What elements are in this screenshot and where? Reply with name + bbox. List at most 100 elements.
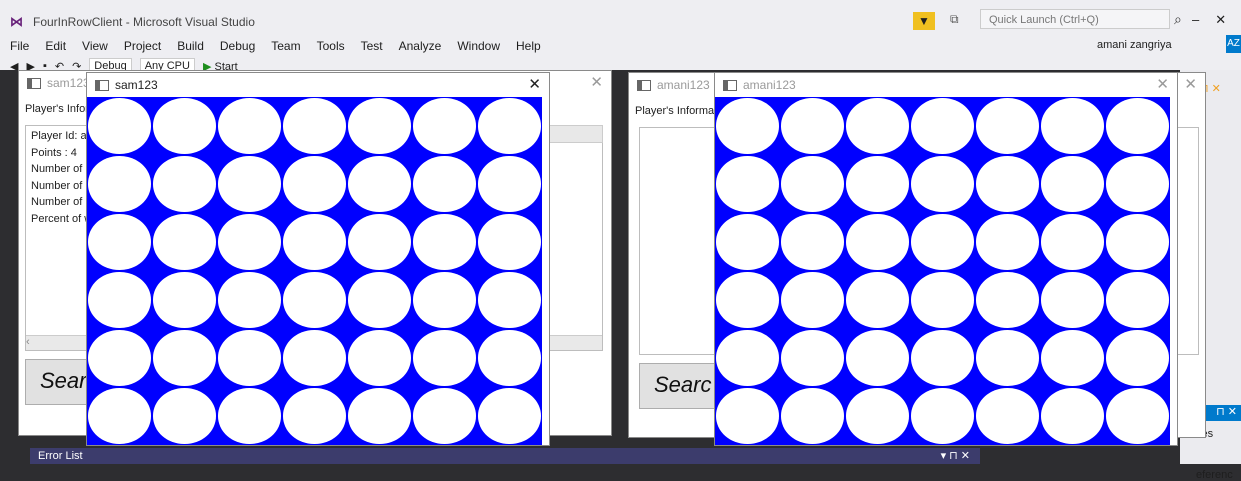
menu-file[interactable]: File <box>10 39 29 53</box>
board-cell[interactable] <box>282 213 347 271</box>
board-cell[interactable] <box>1105 387 1170 445</box>
menu-test[interactable]: Test <box>361 39 383 53</box>
board-cell[interactable] <box>780 213 845 271</box>
board-cell[interactable] <box>910 271 975 329</box>
board-cell[interactable] <box>975 271 1040 329</box>
board-cell[interactable] <box>477 213 542 271</box>
menu-window[interactable]: Window <box>457 39 500 53</box>
board-cell[interactable] <box>217 387 282 445</box>
board-cell[interactable] <box>975 213 1040 271</box>
board-cell[interactable] <box>1105 97 1170 155</box>
board-cell[interactable] <box>975 155 1040 213</box>
menu-analyze[interactable]: Analyze <box>399 39 442 53</box>
board-cell[interactable] <box>282 387 347 445</box>
board-cell[interactable] <box>1040 213 1105 271</box>
board-cell[interactable] <box>910 213 975 271</box>
board-cell[interactable] <box>715 271 780 329</box>
board-cell[interactable] <box>1040 97 1105 155</box>
board-cell[interactable] <box>412 329 477 387</box>
board-cell[interactable] <box>845 387 910 445</box>
board-cell[interactable] <box>347 271 412 329</box>
board-cell[interactable] <box>412 155 477 213</box>
close-icon[interactable]: ✕ <box>1215 12 1226 28</box>
search-icon[interactable]: ⌕ <box>1174 11 1182 28</box>
menu-help[interactable]: Help <box>516 39 541 53</box>
board-cell[interactable] <box>412 97 477 155</box>
board-cell[interactable] <box>1105 213 1170 271</box>
board-cell[interactable] <box>715 329 780 387</box>
board-cell[interactable] <box>715 213 780 271</box>
board-cell[interactable] <box>845 97 910 155</box>
user-avatar[interactable]: AZ <box>1226 35 1241 53</box>
board-cell[interactable] <box>217 213 282 271</box>
game-board-window-sam[interactable]: sam123 ✕ <box>86 72 550 446</box>
board-cell[interactable] <box>412 271 477 329</box>
board-cell[interactable] <box>152 387 217 445</box>
board-cell[interactable] <box>1105 155 1170 213</box>
board-cell[interactable] <box>282 155 347 213</box>
board-cell[interactable] <box>1040 329 1105 387</box>
board-cell[interactable] <box>347 97 412 155</box>
board-cell[interactable] <box>477 271 542 329</box>
board-cell[interactable] <box>477 97 542 155</box>
board-cell[interactable] <box>477 329 542 387</box>
board-cell[interactable] <box>477 387 542 445</box>
close-icon[interactable]: ✕ <box>528 75 541 93</box>
board-cell[interactable] <box>1040 271 1105 329</box>
board-cell[interactable] <box>87 97 152 155</box>
board-cell[interactable] <box>282 97 347 155</box>
close-icon[interactable]: ✕ <box>1156 75 1169 93</box>
user-name[interactable]: amani zangriya <box>1097 39 1172 51</box>
notification-filter-icon[interactable]: ▼ <box>913 12 935 30</box>
board-cell[interactable] <box>87 271 152 329</box>
board-cell[interactable] <box>780 387 845 445</box>
board-cell[interactable] <box>780 271 845 329</box>
board-cell[interactable] <box>152 97 217 155</box>
board-cell[interactable] <box>715 387 780 445</box>
board-cell[interactable] <box>1105 271 1170 329</box>
board-cell[interactable] <box>217 329 282 387</box>
board-cell[interactable] <box>412 387 477 445</box>
menu-tools[interactable]: Tools <box>317 39 345 53</box>
board-cell[interactable] <box>1105 329 1170 387</box>
board-cell[interactable] <box>845 213 910 271</box>
game-board-window-amani[interactable]: amani123 ✕ <box>714 72 1178 446</box>
board-cell[interactable] <box>282 329 347 387</box>
window-titlebar[interactable]: sam123 ✕ <box>87 73 549 97</box>
board-cell[interactable] <box>152 271 217 329</box>
board-cell[interactable] <box>282 271 347 329</box>
board-cell[interactable] <box>217 155 282 213</box>
board-cell[interactable] <box>845 155 910 213</box>
board-cell[interactable] <box>910 155 975 213</box>
board-cell[interactable] <box>412 213 477 271</box>
panel-pin-icon[interactable]: ▾ ⊓ ✕ <box>941 448 970 464</box>
menu-edit[interactable]: Edit <box>45 39 66 53</box>
close-icon[interactable]: ✕ <box>590 73 603 91</box>
board-cell[interactable] <box>347 387 412 445</box>
board-cell[interactable] <box>152 155 217 213</box>
board-cell[interactable] <box>715 97 780 155</box>
board-cell[interactable] <box>975 97 1040 155</box>
board-cell[interactable] <box>152 213 217 271</box>
board-cell[interactable] <box>87 213 152 271</box>
board-cell[interactable] <box>910 97 975 155</box>
board-cell[interactable] <box>87 329 152 387</box>
board-cell[interactable] <box>152 329 217 387</box>
board-cell[interactable] <box>780 329 845 387</box>
quick-launch-input[interactable]: Quick Launch (Ctrl+Q) <box>980 9 1170 29</box>
board-cell[interactable] <box>87 387 152 445</box>
board-cell[interactable] <box>780 97 845 155</box>
board-cell[interactable] <box>347 329 412 387</box>
board-cell[interactable] <box>975 329 1040 387</box>
menu-team[interactable]: Team <box>271 39 300 53</box>
board-cell[interactable] <box>217 97 282 155</box>
board-cell[interactable] <box>845 329 910 387</box>
menu-view[interactable]: View <box>82 39 108 53</box>
feedback-icon[interactable]: ⧉ <box>950 12 959 27</box>
board-cell[interactable] <box>910 387 975 445</box>
menu-debug[interactable]: Debug <box>220 39 255 53</box>
board-cell[interactable] <box>845 271 910 329</box>
menu-build[interactable]: Build <box>177 39 204 53</box>
board-cell[interactable] <box>975 387 1040 445</box>
board-cell[interactable] <box>217 271 282 329</box>
